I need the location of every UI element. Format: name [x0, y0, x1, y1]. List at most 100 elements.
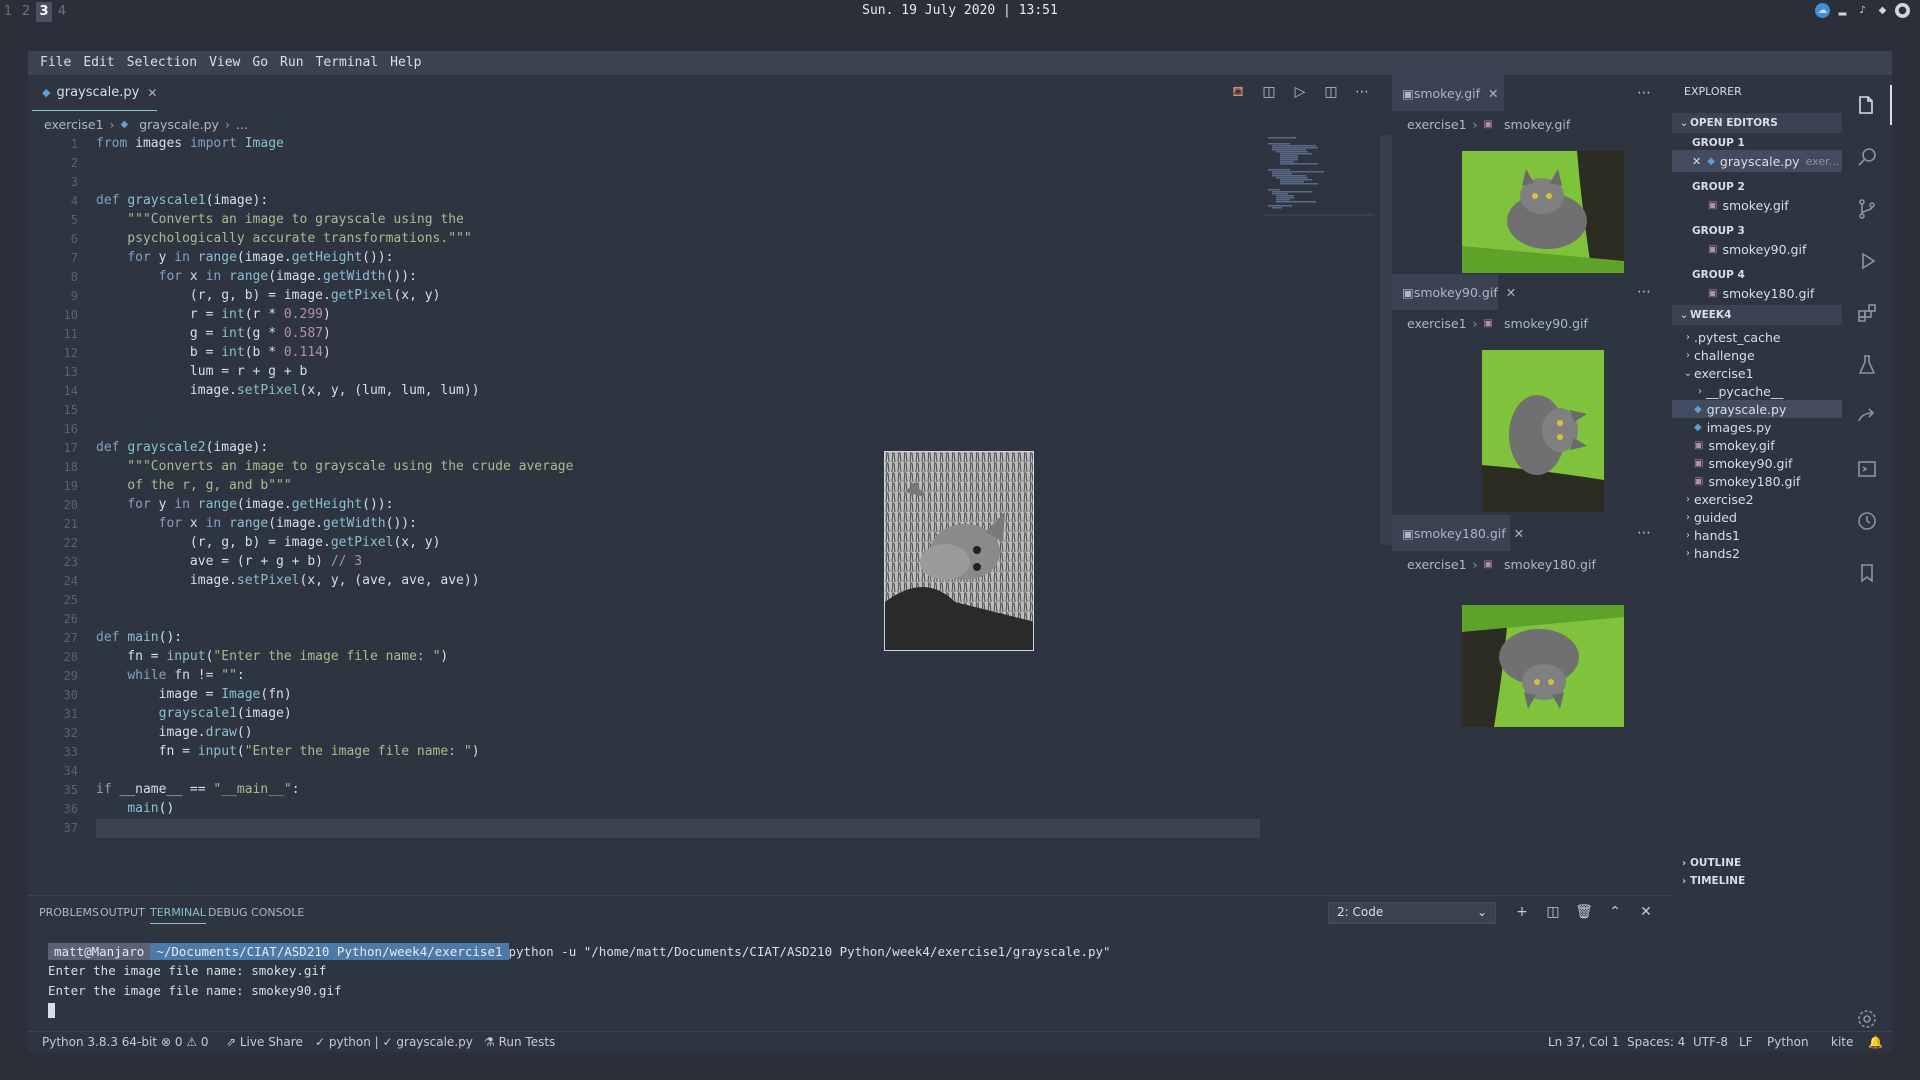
terminal-select[interactable]: 2: Code ⌄: [1328, 902, 1496, 924]
indentation[interactable]: Spaces: 4: [1627, 1035, 1685, 1049]
more-actions-icon[interactable]: ⋯: [1637, 85, 1651, 101]
tab-debug-console[interactable]: DEBUG CONSOLE: [208, 906, 304, 919]
tab-grayscale-py[interactable]: ◆ grayscale.py ✕: [32, 75, 157, 111]
search-icon[interactable]: [1842, 137, 1892, 177]
lint-checks[interactable]: ✓ python | ✓ grayscale.py: [315, 1035, 473, 1049]
menu-run[interactable]: Run: [274, 51, 309, 75]
problems-count[interactable]: ⊗ 0 ⚠ 0: [161, 1035, 209, 1049]
split-editor-icon[interactable]: ◫: [1321, 82, 1341, 102]
menu-file[interactable]: File: [34, 51, 77, 75]
signal-icon[interactable]: ▂: [1835, 3, 1850, 18]
timeline-icon[interactable]: [1842, 501, 1892, 541]
bell-icon[interactable]: 🔔: [1868, 1035, 1883, 1049]
open-editor-smokey180-gif[interactable]: ▣ smokey180.gif: [1672, 282, 1842, 304]
tree-item[interactable]: › hands2: [1672, 544, 1842, 562]
timeline-section[interactable]: › TIMELINE: [1672, 871, 1842, 891]
menu-view[interactable]: View: [203, 51, 246, 75]
bug-icon[interactable]: ⛾: [1228, 82, 1248, 102]
bookmark-icon[interactable]: [1842, 553, 1892, 593]
code-editor[interactable]: 1 from images import Image 2 3 4 def grayscal…: [28, 135, 1288, 895]
remote-explorer-icon[interactable]: [1842, 449, 1892, 489]
testing-icon[interactable]: [1842, 345, 1892, 385]
minimap[interactable]: [1264, 135, 1374, 220]
language-mode[interactable]: Python: [1767, 1035, 1809, 1049]
menu-selection[interactable]: Selection: [121, 51, 203, 75]
close-icon[interactable]: ✕: [1488, 86, 1498, 101]
vertical-scrollbar[interactable]: [1380, 135, 1392, 545]
extensions-icon[interactable]: [1842, 293, 1892, 333]
volume-icon[interactable]: ♪: [1855, 3, 1870, 18]
breadcrumb-file[interactable]: grayscale.py: [139, 117, 219, 132]
close-icon[interactable]: ✕: [1692, 155, 1701, 168]
menu-terminal[interactable]: Terminal: [310, 51, 385, 75]
tree-item[interactable]: › exercise2: [1672, 490, 1842, 508]
more-actions-icon[interactable]: ⋯: [1352, 82, 1372, 102]
tree-item[interactable]: ▣ smokey90.gif: [1672, 454, 1842, 472]
run-debug-icon[interactable]: [1842, 241, 1892, 281]
menu-go[interactable]: Go: [246, 51, 274, 75]
more-actions-icon[interactable]: ⋯: [1637, 284, 1651, 300]
tree-item[interactable]: › .pytest_cache: [1672, 328, 1842, 346]
cursor-position[interactable]: Ln 37, Col 1: [1548, 1035, 1620, 1049]
tab-smokey-gif[interactable]: ▣ smokey.gif ✕: [1392, 75, 1504, 111]
split-terminal-icon[interactable]: ◫: [1544, 904, 1562, 920]
encoding[interactable]: UTF-8: [1693, 1035, 1728, 1049]
terminal-cursor[interactable]: [48, 1002, 55, 1018]
explorer-icon[interactable]: [1842, 85, 1892, 125]
breadcrumb-folder[interactable]: exercise1: [44, 117, 104, 132]
close-icon[interactable]: ✕: [1514, 526, 1524, 541]
tab-terminal[interactable]: TERMINAL: [150, 906, 206, 924]
close-icon[interactable]: ✕: [147, 86, 157, 100]
run-icon[interactable]: ▷: [1290, 82, 1310, 102]
tab-problems[interactable]: PROBLEMS: [39, 906, 99, 919]
breadcrumb-folder[interactable]: exercise1: [1407, 117, 1467, 132]
chevron-right-icon: ›: [1698, 385, 1702, 397]
maximize-panel-icon[interactable]: ⌃: [1606, 904, 1624, 920]
cloud-icon[interactable]: ☁: [1815, 3, 1830, 18]
menu-help[interactable]: Help: [384, 51, 427, 75]
tree-item[interactable]: › guided: [1672, 508, 1842, 526]
open-editors-section[interactable]: ⌄ OPEN EDITORS: [1672, 113, 1842, 133]
python-interpreter[interactable]: Python 3.8.3 64-bit: [42, 1035, 157, 1049]
tab-smokey90-gif[interactable]: ▣ smokey90.gif ✕: [1392, 274, 1516, 310]
grayscale-image-window[interactable]: [884, 451, 1034, 651]
breadcrumb-file[interactable]: smokey180.gif: [1504, 557, 1596, 572]
breadcrumb-folder[interactable]: exercise1: [1407, 557, 1467, 572]
close-panel-icon[interactable]: ✕: [1637, 904, 1655, 920]
line-number: 32: [63, 726, 78, 740]
menu-edit[interactable]: Edit: [77, 51, 120, 75]
tree-item[interactable]: ◆ grayscale.py: [1672, 400, 1842, 418]
trash-icon[interactable]: 🗑: [1575, 904, 1593, 920]
shield-icon[interactable]: ◆: [1875, 3, 1890, 18]
tree-item[interactable]: › challenge: [1672, 346, 1842, 364]
breadcrumb-file[interactable]: smokey90.gif: [1504, 316, 1588, 331]
steam-icon[interactable]: ●: [1895, 3, 1910, 18]
open-preview-icon[interactable]: ◫: [1259, 82, 1279, 102]
tab-smokey180-gif[interactable]: ▣ smokey180.gif ✕: [1392, 515, 1524, 551]
breadcrumb-symbol[interactable]: ...: [236, 117, 248, 132]
open-editor-smokey-gif[interactable]: ▣ smokey.gif: [1672, 194, 1842, 216]
tree-item[interactable]: ▣ smokey180.gif: [1672, 472, 1842, 490]
tree-item[interactable]: ▣ smokey.gif: [1672, 436, 1842, 454]
tree-item[interactable]: › __pycache__: [1672, 382, 1842, 400]
breadcrumb-folder[interactable]: exercise1: [1407, 316, 1467, 331]
tree-item[interactable]: ⌄ exercise1: [1672, 364, 1842, 382]
workspace-section[interactable]: ⌄ WEEK4: [1672, 305, 1842, 325]
tab-output[interactable]: OUTPUT: [100, 906, 145, 919]
tree-item[interactable]: › hands1: [1672, 526, 1842, 544]
open-editor-smokey90-gif[interactable]: ▣ smokey90.gif: [1672, 238, 1842, 260]
more-actions-icon[interactable]: ⋯: [1637, 525, 1651, 541]
add-terminal-icon[interactable]: +: [1513, 904, 1531, 920]
live-share-icon[interactable]: [1842, 397, 1892, 437]
close-icon[interactable]: ✕: [1506, 285, 1516, 300]
breadcrumb-file[interactable]: smokey.gif: [1504, 117, 1570, 132]
outline-section[interactable]: › OUTLINE: [1672, 853, 1842, 873]
source-control-icon[interactable]: [1842, 189, 1892, 229]
open-editor-grayscale-py[interactable]: ✕ ◆ grayscale.py exer...: [1672, 150, 1842, 172]
live-share-status[interactable]: ⇗ Live Share: [226, 1035, 303, 1049]
kite-status[interactable]: kite: [1831, 1035, 1853, 1049]
run-tests[interactable]: ⚗ Run Tests: [484, 1035, 555, 1049]
tree-item[interactable]: ◆ images.py: [1672, 418, 1842, 436]
terminal-prompt-line[interactable]: matt@Manjaro ~/Documents/CIAT/ASD210 Pyth…: [48, 943, 1111, 960]
end-of-line[interactable]: LF: [1739, 1035, 1753, 1049]
